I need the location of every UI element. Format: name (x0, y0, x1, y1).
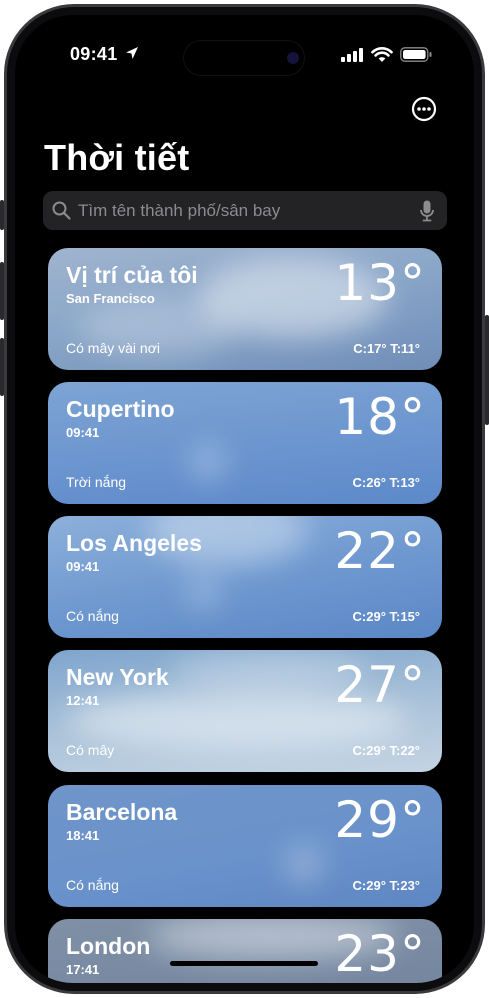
city-card[interactable]: Barcelona 18:41 29° Có nắng C:29° T:23° (48, 785, 442, 907)
city-card[interactable]: Vị trí của tôi San Francisco 13° Có mây … (48, 248, 442, 370)
city-subtitle: San Francisco (66, 291, 155, 306)
city-temperature: 13° (334, 254, 426, 312)
city-high-low: C:29° T:22° (352, 743, 420, 758)
city-temperature: 18° (334, 388, 426, 446)
city-high-low: C:26° T:13° (352, 475, 420, 490)
dynamic-island (184, 41, 304, 75)
action-button (0, 200, 4, 230)
city-name: Vị trí của tôi (66, 262, 198, 288)
more-icon[interactable] (411, 96, 437, 122)
volume-down-button (0, 338, 4, 396)
page-title: Thời tiết (44, 137, 190, 178)
sun-flare (188, 442, 228, 482)
city-condition: Có mây vài nơi (66, 340, 160, 356)
location-arrow-icon (126, 47, 138, 59)
city-subtitle: 17:41 (66, 962, 100, 977)
city-name: Cupertino (66, 396, 175, 422)
signal-icon (341, 48, 363, 62)
city-card[interactable]: New York 12:41 27° Có mây C:29° T:22° (48, 650, 442, 772)
city-condition: Có nắng (66, 608, 119, 624)
city-high-low: C:17° T:11° (353, 341, 420, 356)
sun-flare (183, 571, 223, 611)
city-high-low: C:29° T:15° (352, 609, 420, 624)
city-condition: Trời nắng (66, 474, 127, 490)
side-button (485, 315, 489, 425)
status-time: 09:41 (70, 44, 118, 64)
city-condition: Có nắng (66, 877, 119, 893)
screen: 09:41 Thời tiết Tìm tên thành phố/sân ba… (15, 15, 474, 983)
wifi-icon (371, 47, 393, 62)
search-input[interactable]: Tìm tên thành phố/sân bay (43, 191, 447, 230)
city-card[interactable]: Los Angeles 09:41 22° Có nắng C:29° T:15… (48, 516, 442, 638)
search-icon (52, 201, 71, 220)
city-name: Los Angeles (66, 530, 202, 556)
city-subtitle: 18:41 (66, 828, 100, 843)
city-card[interactable]: Cupertino 09:41 18° Trời nắng C:26° T:13… (48, 382, 442, 504)
city-temperature: 29° (334, 791, 426, 849)
battery-icon (400, 47, 432, 62)
city-subtitle: 09:41 (66, 559, 100, 574)
city-subtitle: 09:41 (66, 425, 100, 440)
city-condition: Có mây (66, 742, 115, 758)
microphone-icon[interactable] (420, 200, 434, 222)
city-subtitle: 12:41 (66, 693, 100, 708)
city-temperature: 22° (334, 522, 426, 580)
camera (287, 52, 299, 64)
volume-up-button (0, 262, 4, 320)
city-card[interactable]: London 17:41 23° (48, 919, 442, 983)
city-high-low: C:29° T:23° (352, 878, 420, 893)
city-temperature: 27° (334, 656, 426, 714)
status-bar: 09:41 (15, 15, 474, 85)
home-indicator[interactable] (170, 961, 318, 966)
city-name: London (66, 933, 151, 959)
city-temperature: 23° (334, 925, 426, 983)
sun-flare (283, 843, 325, 885)
city-name: Barcelona (66, 799, 178, 825)
search-placeholder: Tìm tên thành phố/sân bay (78, 201, 281, 220)
city-name: New York (66, 664, 169, 690)
